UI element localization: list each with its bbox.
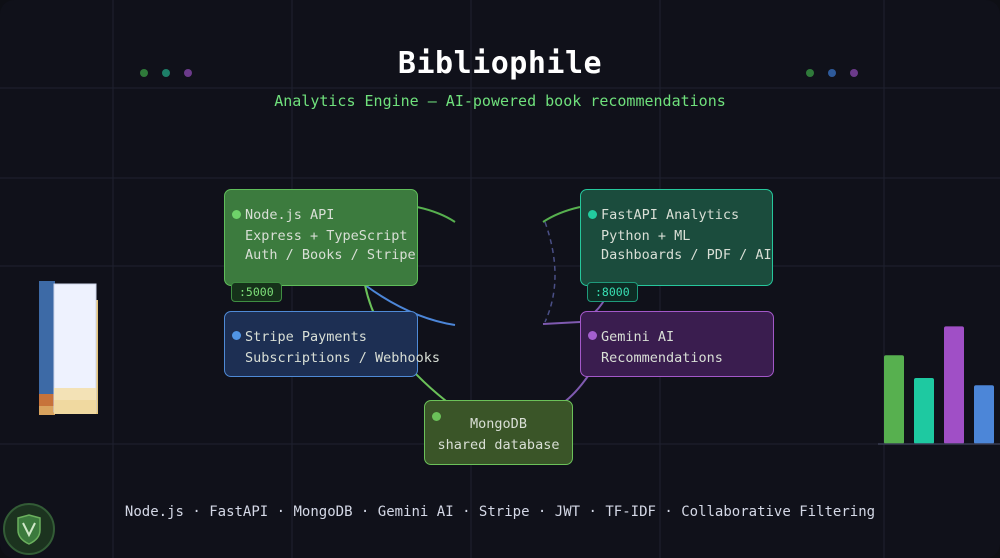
- gemini-card[interactable]: Gemini AI Recommendations: [580, 311, 774, 377]
- status-dot-icon: [588, 331, 597, 340]
- fastapi-line2: Dashboards / PDF / AI: [601, 247, 772, 263]
- diagram-canvas: Bibliophile Analytics Engine — AI-powere…: [0, 0, 1000, 558]
- decor-bar: [944, 326, 964, 444]
- stripe-title: Stripe Payments: [245, 329, 367, 345]
- fastapi-line1: Python + ML: [601, 228, 691, 244]
- stripe-line1: Subscriptions / Webhooks: [245, 350, 441, 366]
- gemini-title: Gemini AI: [601, 329, 675, 345]
- link-gemini-bottom: [542, 321, 581, 325]
- status-dot-icon: [588, 210, 597, 219]
- mongodb-title: MongoDB: [470, 416, 527, 432]
- connection-lines: [364, 206, 611, 409]
- mongodb-card[interactable]: MongoDB shared database: [424, 400, 573, 465]
- fastapi-title: FastAPI Analytics: [601, 207, 740, 223]
- link-dashed: [544, 221, 556, 323]
- link-fastapi-top: [542, 206, 581, 223]
- node-api-card[interactable]: Node.js API Express + TypeScript Auth / …: [224, 189, 418, 286]
- mongodb-line1: shared database: [437, 437, 560, 453]
- decor-bar: [884, 355, 904, 444]
- stripe-card[interactable]: Stripe Payments Subscriptions / Webhooks: [224, 311, 441, 377]
- status-dot-icon: [232, 331, 241, 340]
- bar-chart-illustration: [878, 326, 1000, 445]
- status-dot-icon: [232, 210, 241, 219]
- gemini-line1: Recommendations: [601, 350, 723, 366]
- tech-stack-footer: Node.js · FastAPI · MongoDB · Gemini AI …: [124, 504, 876, 520]
- decor-bar: [974, 385, 994, 444]
- node-api-title: Node.js API: [245, 207, 335, 223]
- fastapi-port-badge: :8000: [587, 282, 638, 302]
- shield-logo-icon: [3, 503, 55, 555]
- link-api-top: [416, 206, 456, 223]
- status-dot-icon: [432, 412, 441, 421]
- fastapi-card[interactable]: FastAPI Analytics Python + ML Dashboards…: [580, 189, 773, 286]
- node-api-port-badge: :5000: [231, 282, 282, 302]
- decor-bar: [914, 378, 934, 444]
- node-api-line1: Express + TypeScript: [245, 228, 408, 244]
- node-api-line2: Auth / Books / Stripe: [245, 247, 416, 263]
- books-illustration: [39, 281, 98, 415]
